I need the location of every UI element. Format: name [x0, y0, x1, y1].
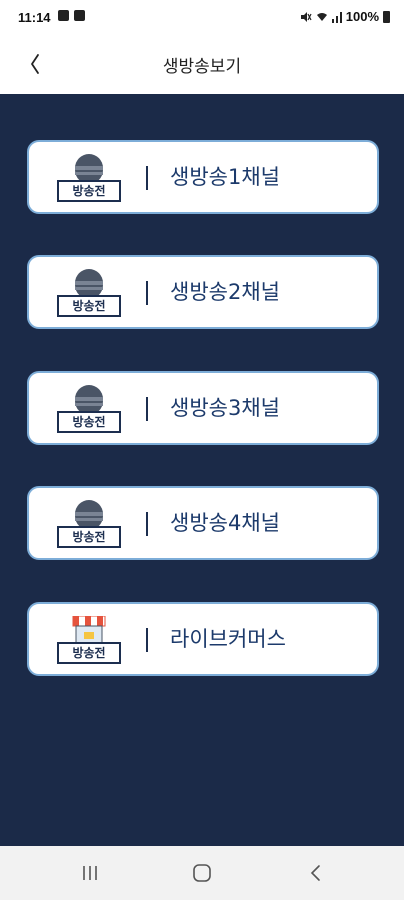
home-button[interactable] [187, 859, 217, 887]
wifi-icon [316, 12, 327, 21]
channel-4-button[interactable]: 방송전 생방송4채널 [27, 486, 379, 560]
gallery-icon [58, 10, 69, 21]
recent-apps-button[interactable] [75, 859, 105, 887]
separator [146, 397, 148, 421]
nav-back-button[interactable] [301, 859, 331, 887]
navigation-bar [0, 846, 404, 900]
status-time: 11:14 [18, 10, 51, 25]
channel-2-button[interactable]: 방송전 생방송2채널 [27, 255, 379, 329]
mute-icon [300, 11, 312, 22]
channel-3-button[interactable]: 방송전 생방송3채널 [27, 371, 379, 445]
channel-icon: 방송전 [57, 385, 121, 433]
channel-icon: 방송전 [57, 616, 121, 664]
status-badge: 방송전 [57, 180, 121, 202]
battery-icon [383, 10, 390, 23]
status-left-icons [58, 10, 85, 21]
bag-icon [74, 10, 85, 21]
separator [146, 512, 148, 536]
status-badge: 방송전 [57, 411, 121, 433]
channel-icon: 방송전 [57, 500, 121, 548]
recent-apps-icon [83, 866, 97, 880]
channel-1-button[interactable]: 방송전 생방송1채널 [27, 140, 379, 214]
signal-icon [331, 11, 342, 23]
channel-label: 생방송4채널 [170, 511, 280, 535]
channel-label: 생방송2채널 [170, 280, 280, 304]
home-icon [193, 864, 211, 882]
channel-icon: 방송전 [57, 154, 121, 202]
channel-label: 라이브커머스 [170, 627, 286, 651]
back-icon [310, 865, 320, 881]
status-badge: 방송전 [57, 295, 121, 317]
status-right: 100% [300, 9, 390, 24]
status-badge: 방송전 [57, 642, 121, 664]
page-title: 생방송보기 [162, 57, 242, 77]
header: 생방송보기 [0, 36, 404, 94]
channel-label: 생방송1채널 [170, 165, 280, 189]
channel-label: 생방송3채널 [170, 396, 280, 420]
live-commerce-button[interactable]: 방송전 라이브커머스 [27, 602, 379, 676]
channel-icon: 방송전 [57, 269, 121, 317]
status-badge: 방송전 [57, 526, 121, 548]
status-bar: 11:14 100% [0, 0, 404, 36]
separator [146, 628, 148, 652]
battery-percent: 100% [345, 9, 379, 24]
separator [146, 281, 148, 305]
separator [146, 166, 148, 190]
